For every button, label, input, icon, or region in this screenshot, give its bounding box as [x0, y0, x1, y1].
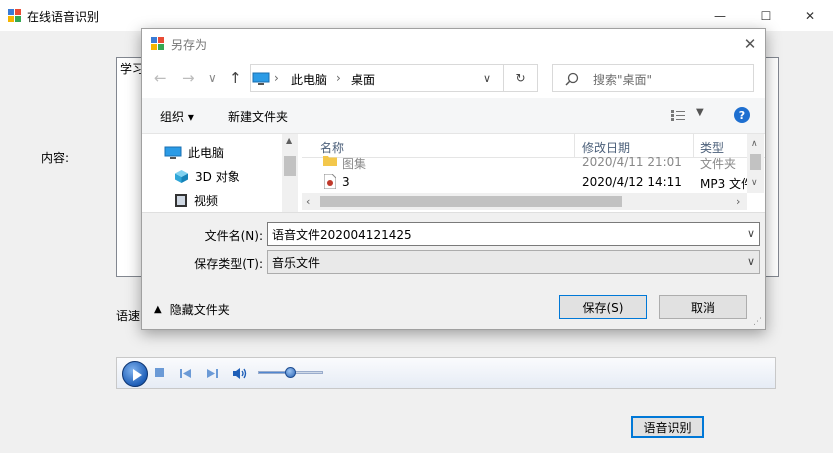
file-type: 文件夹: [700, 157, 737, 171]
filetype-select[interactable]: 音乐文件 ∨: [267, 250, 760, 274]
forward-arrow-icon[interactable]: →: [182, 69, 195, 87]
scroll-up-icon[interactable]: ∧: [751, 139, 758, 149]
chevron-down-icon[interactable]: ∨: [483, 72, 491, 85]
chevron-down-icon[interactable]: ∨: [747, 227, 755, 240]
file-type: MP3 文件: [700, 177, 754, 191]
breadcrumb-separator: ›: [336, 71, 341, 85]
next-icon[interactable]: [205, 367, 219, 380]
new-folder-button[interactable]: 新建文件夹: [228, 108, 288, 125]
volume-icon[interactable]: [232, 367, 248, 380]
recognize-button[interactable]: 语音识别: [631, 416, 704, 438]
volume-slider[interactable]: [258, 367, 323, 378]
dialog-titlebar: 另存为 ✕: [142, 29, 765, 58]
breadcrumb-separator: ›: [274, 71, 279, 85]
chevron-down-icon: ▼: [696, 107, 704, 118]
sort-ascending-icon: ^: [438, 134, 446, 141]
folder-icon: [323, 156, 337, 166]
minimize-icon: —: [714, 8, 726, 23]
maximize-icon: ☐: [760, 8, 772, 23]
breadcrumb-item[interactable]: 此电脑: [291, 71, 327, 88]
filename-input[interactable]: 语音文件202004121425 ∨: [267, 222, 760, 246]
dialog-title: 另存为: [171, 38, 208, 52]
content-label: 内容:: [41, 151, 70, 165]
filetype-value: 音乐文件: [272, 256, 321, 270]
minimize-button[interactable]: —: [697, 0, 743, 31]
tree-item[interactable]: 此电脑: [164, 142, 224, 162]
dialog-close-button[interactable]: ✕: [738, 33, 762, 55]
file-row[interactable]: 图集 2020/4/11 21:01 文件夹: [302, 152, 765, 172]
chevron-down-icon: ∨: [746, 255, 755, 268]
app-icon: [8, 9, 22, 23]
up-arrow-icon[interactable]: ↑: [229, 69, 242, 87]
file-row[interactable]: 3 2020/4/12 14:11 MP3 文件: [302, 172, 765, 192]
close-icon: ✕: [743, 35, 757, 53]
media-player: [116, 357, 776, 389]
navigation-pane: 此电脑 3D 对象 视频: [142, 134, 298, 212]
breadcrumb-item[interactable]: 桌面: [351, 71, 375, 88]
mp3-file-icon: [324, 174, 336, 189]
filetype-label: 保存类型(T):: [194, 257, 263, 271]
tree-item[interactable]: 视频: [174, 190, 218, 210]
view-list-icon: [671, 110, 685, 121]
file-modified: 2020/4/12 14:11: [582, 175, 682, 189]
video-icon: [175, 193, 187, 207]
close-button[interactable]: ✕: [787, 0, 833, 31]
scroll-up-icon[interactable]: ▲: [286, 136, 292, 145]
tree-item-label: 3D 对象: [195, 169, 240, 184]
view-options-button[interactable]: ▼: [670, 107, 706, 125]
chevron-up-icon: ▲: [154, 304, 162, 315]
filename-value: 语音文件202004121425: [272, 228, 412, 242]
main-titlebar: 在线语音识别 — ☐ ✕: [0, 0, 833, 31]
save-button[interactable]: 保存(S): [559, 295, 647, 319]
computer-icon: [164, 146, 182, 159]
scroll-right-icon[interactable]: ›: [736, 195, 740, 208]
volume-thumb[interactable]: [284, 367, 296, 378]
back-arrow-icon[interactable]: ←: [154, 69, 167, 87]
search-input[interactable]: 搜索"桌面": [552, 64, 754, 92]
play-button[interactable]: [122, 361, 148, 387]
organize-button[interactable]: 组织 ▾: [160, 108, 194, 125]
navigation-bar: ← → ∨ ↑ › 此电脑 › 桌面 ∨ ↻ 搜索"桌面": [142, 58, 765, 98]
file-name: 3: [342, 175, 350, 189]
search-icon: [565, 72, 579, 86]
dialog-app-icon: [151, 37, 165, 51]
scroll-left-icon[interactable]: ‹: [306, 195, 310, 208]
hide-folders-toggle[interactable]: ▲ 隐藏文件夹: [154, 301, 230, 318]
maximize-button[interactable]: ☐: [743, 0, 789, 31]
scrollbar-thumb[interactable]: [284, 156, 296, 176]
tree-item[interactable]: 3D 对象: [174, 166, 240, 186]
close-icon: ✕: [804, 8, 816, 23]
hide-folders-label: 隐藏文件夹: [169, 303, 230, 317]
speed-label: 语速: [116, 309, 141, 323]
stop-icon[interactable]: [155, 368, 164, 377]
refresh-button[interactable]: ↻: [504, 64, 538, 92]
address-bar[interactable]: › 此电脑 › 桌面 ∨: [250, 64, 504, 92]
scroll-down-icon[interactable]: ∨: [751, 178, 758, 188]
file-list-vertical-scrollbar[interactable]: ∧ ∨: [747, 134, 764, 193]
file-name: 图集: [342, 157, 367, 171]
refresh-icon: ↻: [515, 71, 526, 85]
file-list-horizontal-scrollbar[interactable]: ‹ ›: [302, 193, 747, 210]
3d-objects-icon: [175, 169, 188, 183]
window-title: 在线语音识别: [27, 10, 100, 24]
recent-dropdown-icon[interactable]: ∨: [208, 71, 217, 85]
scrollbar-thumb[interactable]: [750, 154, 761, 170]
dialog-toolbar: 组织 ▾ 新建文件夹 ▼ ?: [142, 98, 765, 134]
tree-item-label: 视频: [194, 193, 219, 208]
cancel-button[interactable]: 取消: [659, 295, 747, 319]
computer-icon: [252, 72, 270, 85]
filename-label: 文件名(N):: [204, 229, 263, 243]
search-placeholder: 搜索"桌面": [593, 73, 653, 87]
save-as-dialog: 另存为 ✕ ← → ∨ ↑ › 此电脑 › 桌面 ∨ ↻ 搜索"桌面" 组织 ▾…: [141, 28, 766, 330]
dialog-bottom-area: 文件名(N): 语音文件202004121425 ∨ 保存类型(T): 音乐文件…: [142, 212, 765, 329]
scrollbar-thumb[interactable]: [320, 196, 622, 207]
file-modified: 2020/4/11 21:01: [582, 155, 682, 169]
nav-pane-scrollbar[interactable]: ▲: [282, 134, 298, 212]
help-icon[interactable]: ?: [734, 107, 750, 123]
previous-icon[interactable]: [179, 367, 193, 380]
tree-item-label: 此电脑: [188, 145, 225, 160]
resize-grip-icon[interactable]: ⋰: [753, 317, 763, 327]
